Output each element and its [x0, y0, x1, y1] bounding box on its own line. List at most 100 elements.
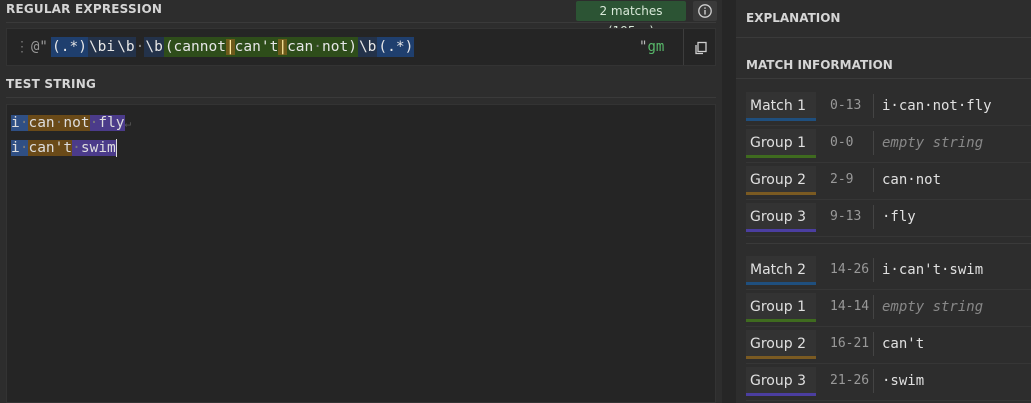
space-marker: ·	[313, 39, 322, 55]
match-group2-text: not	[63, 115, 90, 131]
match-value: i·can't·swim	[882, 262, 984, 278]
space-marker: ·	[72, 140, 81, 156]
column-divider	[873, 258, 874, 282]
match-group2-text: can	[28, 115, 55, 131]
match-value: i·can·not·fly	[882, 98, 992, 114]
match-range: 0-0	[830, 135, 854, 150]
paren-open: (	[164, 39, 174, 55]
match-information-header[interactable]: MATCH INFORMATION	[746, 58, 893, 72]
match-group-divider	[746, 243, 1031, 244]
test-string-input[interactable]: i·can·not·fly↵ i·can't·swim	[6, 104, 716, 403]
match-group1-text: i	[11, 140, 20, 156]
group-row[interactable]: Group 3 9-13 ·fly	[746, 203, 1031, 237]
word-boundary: \b	[357, 37, 378, 57]
regex-prefix: @"	[31, 39, 48, 55]
match-range: 21-26	[830, 373, 870, 388]
alternation-bar: |	[225, 39, 235, 55]
group-color-bar	[746, 192, 816, 195]
group-color-bar	[746, 393, 816, 396]
group1-token: (.*)	[51, 37, 88, 57]
test-header-divider	[6, 97, 716, 98]
group-color-bar	[746, 319, 816, 322]
test-line-1: i·can·not·fly↵	[11, 113, 131, 134]
column-divider	[873, 131, 874, 155]
row-divider	[746, 326, 1031, 327]
group-row[interactable]: Group 1 0-0 empty string	[746, 129, 1031, 163]
copy-icon	[695, 41, 707, 55]
info-sidebar: EXPLANATION MATCH INFORMATION Match 1 0-1…	[736, 0, 1031, 403]
match-range: 9-13	[830, 209, 862, 224]
row-divider	[746, 125, 1031, 126]
info-button[interactable]	[693, 1, 717, 21]
matches-badge: 2 matches (195µs)	[576, 1, 686, 38]
match-group3-text: swim	[80, 140, 116, 156]
match-info-label: Match 2	[746, 256, 816, 285]
regex-delimiter-left: ⋮ @"	[15, 39, 48, 55]
column-divider	[873, 168, 874, 192]
group-row[interactable]: Group 1 14-14 empty string	[746, 293, 1031, 327]
group-row[interactable]: Group 2 2-9 can·not	[746, 166, 1031, 200]
match-range: 14-14	[830, 299, 870, 314]
word-boundary: \b	[144, 37, 164, 57]
match-row[interactable]: Match 2 14-26 i·can't·swim	[746, 256, 1031, 290]
match-value: can't	[882, 336, 925, 352]
match-range: 14-26	[830, 262, 870, 277]
regex-flags-area[interactable]: "gm	[639, 39, 664, 55]
copy-button[interactable]	[693, 40, 709, 56]
match-value: empty string	[882, 135, 984, 151]
paren-open: (	[378, 39, 388, 55]
column-divider	[873, 332, 874, 356]
explanation-divider	[736, 37, 1031, 38]
column-divider	[873, 205, 874, 229]
paren-close: )	[348, 39, 357, 55]
row-divider	[746, 400, 1031, 401]
row-divider	[746, 289, 1031, 290]
group1-body: .*	[60, 39, 79, 55]
match-info-label: Match 1	[746, 92, 816, 121]
regex-header-divider	[6, 22, 716, 23]
panel-resize-gutter[interactable]	[722, 0, 736, 403]
regex-pattern[interactable]: (.*) \bi \b·\b (cannot|can't|can·not) \b (.*)	[51, 37, 415, 57]
explanation-header[interactable]: EXPLANATION	[746, 11, 840, 25]
test-string-header: TEST STRING	[6, 77, 97, 91]
match-value: ·fly	[882, 209, 916, 225]
test-line-2: i·can't·swim	[11, 138, 117, 158]
group-row[interactable]: Group 2 16-21 can't	[746, 330, 1031, 364]
regex-input[interactable]: ⋮ @" (.*) \bi \b·\b (cannot|can't|can·not) \b…	[6, 28, 716, 66]
drag-handle-icon[interactable]: ⋮	[15, 39, 29, 55]
paren-close: )	[78, 39, 87, 55]
regex-editor-panel: REGULAR EXPRESSION 2 matches (195µs) ⋮@"…	[0, 0, 722, 403]
match-range: 2-9	[830, 172, 854, 187]
alternative-3a: can	[287, 39, 314, 55]
paren-close: )	[404, 39, 414, 55]
match-value: can·not	[882, 172, 942, 188]
regex-flags[interactable]: gm	[647, 39, 664, 55]
column-divider	[873, 295, 874, 319]
group-color-bar	[746, 229, 816, 232]
match-info-label: Group 1	[746, 293, 816, 322]
column-divider	[873, 369, 874, 393]
group-color-bar	[746, 282, 816, 285]
row-divider	[746, 199, 1031, 200]
match-range: 16-21	[830, 336, 870, 351]
text-cursor	[115, 139, 117, 157]
match-info-label: Group 3	[746, 367, 816, 396]
alternation-bar: |	[278, 39, 288, 55]
row-divider	[746, 162, 1031, 163]
match-value: empty string	[882, 299, 984, 315]
group-color-bar	[746, 155, 816, 158]
flags-divider	[683, 29, 684, 65]
row-divider	[746, 363, 1031, 364]
match-info-label: Group 2	[746, 330, 816, 359]
group-color-bar	[746, 118, 816, 121]
regex-header: REGULAR EXPRESSION	[6, 2, 163, 16]
alternative-1: cannot	[173, 39, 226, 55]
space-marker: ·	[135, 39, 145, 55]
match-row[interactable]: Match 1 0-13 i·can·not·fly	[746, 92, 1031, 126]
match-info-divider	[736, 78, 1031, 79]
info-icon	[698, 4, 712, 18]
match-value: ·swim	[882, 373, 925, 389]
group-row[interactable]: Group 3 21-26 ·swim	[746, 367, 1031, 401]
row-divider	[746, 236, 1031, 237]
match-range: 0-13	[830, 98, 862, 113]
